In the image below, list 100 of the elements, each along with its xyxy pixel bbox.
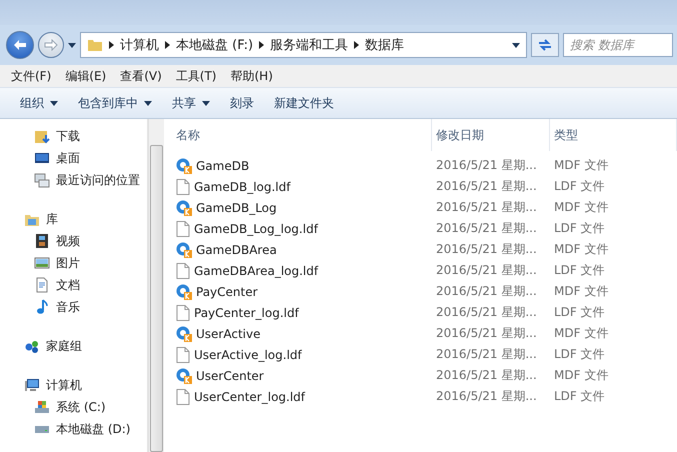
caret-icon	[68, 42, 76, 48]
table-cell-text: LDF 文件	[553, 262, 606, 279]
refresh-icon	[537, 38, 553, 52]
sidebar-item[interactable]: 视频	[0, 230, 147, 252]
breadcrumb[interactable]: 数据库	[365, 36, 404, 54]
file-name[interactable]: UserActive_log.ldf	[172, 346, 432, 362]
refresh-button[interactable]	[531, 33, 559, 57]
chevron-icon	[109, 41, 114, 49]
system-drive-icon	[34, 399, 50, 415]
file-name[interactable]: GameDB_log.ldf	[172, 178, 432, 194]
monitor-icon	[34, 150, 50, 166]
music-note-icon	[34, 299, 50, 315]
folder-icon	[87, 37, 103, 53]
sidebar-item[interactable]: 本地磁盘 (D:)	[0, 418, 147, 440]
table-cell-text: 2016/5/21 星期...	[435, 346, 538, 363]
caret-icon	[202, 100, 210, 106]
address-bar[interactable]: 计算机 本地磁盘 (F:) 服务端和工具 数据库	[80, 32, 527, 58]
film-strip-icon	[34, 233, 50, 249]
caret-icon	[50, 100, 58, 106]
file-icon	[176, 178, 190, 194]
table-cell-text: MDF 文件	[553, 157, 610, 174]
file-name[interactable]: PayCenter_log.ldf	[172, 304, 432, 320]
database-file-icon	[176, 326, 192, 342]
table-cell-text: 2016/5/21 星期...	[435, 304, 538, 321]
forward-button[interactable]	[38, 32, 64, 58]
file-name[interactable]: UserActive	[172, 326, 432, 342]
menu-item[interactable]: 帮助(H)	[226, 68, 278, 84]
sidebar-item[interactable]: 家庭组	[0, 335, 147, 357]
file-name[interactable]: GameDBArea_log.ldf	[172, 262, 432, 278]
column-header[interactable]: 名称	[172, 119, 432, 151]
document-icon	[34, 277, 50, 293]
table-cell-text: 2016/5/21 星期...	[435, 241, 538, 258]
forward-arrow-icon	[44, 39, 58, 51]
sidebar-item[interactable]: 文档	[0, 274, 147, 296]
file-name[interactable]: GameDB_Log	[172, 200, 432, 216]
table-cell-text: LDF 文件	[553, 178, 606, 195]
table-cell-text: 2016/5/21 星期...	[435, 178, 538, 195]
table-cell-text: 2016/5/21 星期...	[435, 325, 538, 342]
table-cell-text: MDF 文件	[553, 325, 610, 342]
file-icon	[176, 262, 190, 278]
table-cell-text: 2016/5/21 星期...	[435, 283, 538, 300]
menu-item[interactable]: 编辑(E)	[60, 68, 112, 84]
column-header[interactable]: 修改日期	[432, 119, 550, 151]
toolbar-button[interactable]: 新建文件夹	[274, 94, 334, 112]
chevron-icon	[259, 41, 264, 49]
toolbar-button[interactable]: 共享	[172, 94, 210, 112]
table-cell-text: LDF 文件	[553, 220, 606, 237]
table-cell-text: 2016/5/21 星期...	[435, 262, 538, 279]
back-arrow-icon	[13, 39, 27, 51]
caret-icon	[512, 42, 520, 48]
toolbar-button[interactable]: 组织	[20, 94, 58, 112]
sidebar-item[interactable]: 下载	[0, 125, 147, 147]
database-file-icon	[176, 284, 192, 300]
toolbar-button[interactable]: 刻录	[230, 94, 254, 112]
file-icon	[176, 388, 190, 404]
chevron-icon	[354, 41, 360, 49]
picture-icon	[34, 255, 50, 271]
search-field[interactable]: 搜索 数据库	[563, 33, 673, 57]
download-folder-icon	[34, 128, 50, 144]
sidebar-item[interactable]: 桌面	[0, 147, 147, 169]
table-cell-text: MDF 文件	[553, 199, 610, 216]
breadcrumb[interactable]: 计算机	[120, 36, 159, 54]
database-file-icon	[176, 200, 192, 216]
breadcrumb[interactable]: 服务端和工具	[270, 36, 348, 54]
homegroup-icon	[24, 338, 40, 354]
table-cell-text: 2016/5/21 星期...	[435, 157, 538, 174]
table-cell-text: 2016/5/21 星期...	[435, 220, 538, 237]
database-file-icon	[176, 242, 192, 258]
toolbar-button[interactable]: 包含到库中	[78, 94, 152, 112]
caret-icon	[144, 100, 152, 106]
table-cell-text: 2016/5/21 星期...	[435, 199, 538, 216]
breadcrumb[interactable]: 本地磁盘 (F:)	[176, 36, 254, 54]
file-name[interactable]: GameDB_Log_log.ldf	[172, 220, 432, 236]
sidebar-item[interactable]: 库	[0, 208, 147, 230]
sidebar-item[interactable]: 最近访问的位置	[0, 169, 147, 191]
table-cell-text: LDF 文件	[553, 388, 606, 405]
file-name[interactable]: UserCenter	[172, 368, 432, 384]
file-name[interactable]: GameDBArea	[172, 242, 432, 258]
file-name[interactable]: PayCenter	[172, 284, 432, 300]
file-icon	[176, 304, 190, 320]
table-cell-text: LDF 文件	[553, 304, 606, 321]
table-cell-text: MDF 文件	[553, 241, 610, 258]
recent-places-icon	[34, 172, 50, 188]
menu-item[interactable]: 工具(T)	[170, 68, 222, 84]
table-cell-text: MDF 文件	[553, 367, 610, 384]
sidebar-item[interactable]: 音乐	[0, 296, 147, 318]
table-cell-text: 2016/5/21 星期...	[435, 367, 538, 384]
database-file-icon	[176, 368, 192, 384]
menu-item[interactable]: 文件(F)	[6, 68, 56, 84]
sidebar-item[interactable]: 图片	[0, 252, 147, 274]
sidebar-item[interactable]: 系统 (C:)	[0, 396, 147, 418]
scrollbar[interactable]	[148, 119, 164, 452]
menu-item[interactable]: 查看(V)	[115, 68, 167, 84]
file-name[interactable]: GameDB	[172, 158, 432, 174]
column-header[interactable]: 类型	[550, 119, 677, 151]
file-icon	[176, 346, 190, 362]
table-cell-text: LDF 文件	[553, 346, 606, 363]
file-name[interactable]: UserCenter_log.ldf	[172, 388, 432, 404]
sidebar-item[interactable]: 计算机	[0, 374, 147, 396]
back-button[interactable]	[6, 31, 34, 59]
